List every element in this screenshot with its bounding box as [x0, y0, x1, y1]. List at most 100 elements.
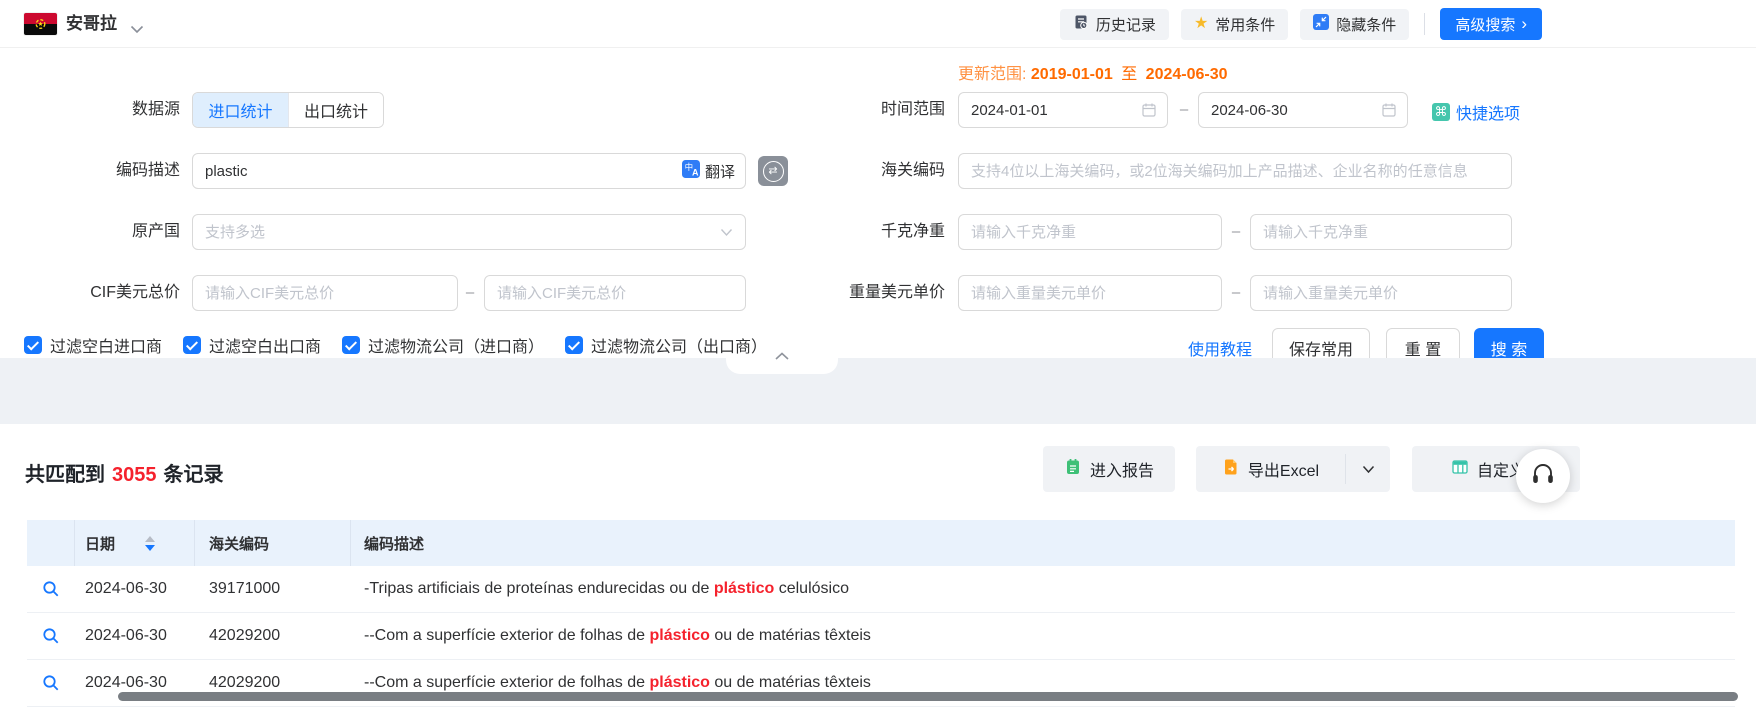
swap-language-button[interactable]: ⇄ — [758, 156, 788, 186]
search-icon[interactable] — [42, 627, 60, 645]
chevron-right-icon: › — [1521, 15, 1527, 32]
desc-text: --Com a superfície exterior de folhas de — [364, 674, 649, 691]
favorites-button[interactable]: ★ 常用条件 — [1181, 9, 1288, 40]
swap-icon: ⇄ — [763, 161, 784, 182]
calendar-icon[interactable] — [1141, 102, 1157, 118]
checkbox-checked-icon[interactable] — [183, 336, 201, 354]
checkbox-label: 过滤空白出口商 — [209, 333, 321, 357]
row-hs-code: 39171000 — [195, 580, 351, 598]
table-row[interactable]: 2024-06-30 42029200 --Com a superfície e… — [27, 613, 1735, 660]
checkbox-label: 过滤物流公司（进口商） — [368, 333, 544, 357]
code-desc-label: 编码描述 — [30, 153, 180, 189]
code-desc-input[interactable] — [193, 163, 682, 180]
net-weight-max-input[interactable] — [1250, 214, 1512, 250]
update-range-end: 2024-06-30 — [1146, 66, 1228, 83]
table-header-desc: 编码描述 — [351, 520, 1735, 566]
filter-logistics-importer-checkbox[interactable]: 过滤物流公司（进口商） — [342, 334, 544, 356]
tutorial-link[interactable]: 使用教程 — [1188, 336, 1252, 360]
table-header: 日期 海关编码 编码描述 — [27, 520, 1735, 566]
export-icon — [1222, 458, 1240, 481]
code-desc-field: 中A 翻译 — [192, 153, 746, 189]
desc-text: --Com a superfície exterior de folhas de — [364, 627, 649, 644]
desc-highlight: plástico — [714, 580, 774, 597]
history-icon — [1073, 14, 1089, 34]
trade-data-search-page: 安哥拉 历史记录 ★ 常用条件 隐藏条件 高级搜 — [0, 0, 1756, 714]
cif-min-input[interactable] — [192, 275, 458, 311]
table-row[interactable]: 2024-06-30 39171000 -Tripas artificiais … — [27, 566, 1735, 613]
row-date: 2024-06-30 — [75, 674, 195, 692]
unit-price-min-input[interactable] — [958, 275, 1222, 311]
command-icon: ⌘ — [1432, 103, 1450, 121]
data-source-tabs: 进口统计 出口统计 — [192, 92, 384, 128]
cif-max-input[interactable] — [484, 275, 746, 311]
export-excel-split-button: 导出Excel — [1196, 446, 1390, 492]
angola-flag-icon — [24, 13, 57, 35]
translate-label: 翻译 — [705, 161, 735, 182]
translate-button[interactable]: 中A 翻译 — [682, 160, 735, 182]
date-start-input[interactable] — [959, 102, 1141, 119]
hs-code-input[interactable] — [958, 153, 1512, 189]
origin-country-input[interactable] — [193, 224, 720, 241]
horizontal-scrollbar-thumb[interactable] — [118, 692, 1738, 701]
row-description: --Com a superfície exterior de folhas de… — [351, 627, 1735, 645]
unit-price-label: 重量美元单价 — [795, 275, 945, 311]
date-end-input[interactable] — [1199, 102, 1381, 119]
topbar-actions: 历史记录 ★ 常用条件 隐藏条件 高级搜索 › — [1060, 8, 1542, 40]
unit-price-max-input[interactable] — [1250, 275, 1512, 311]
date-column-label: 日期 — [85, 533, 115, 554]
filter-logistics-exporter-checkbox[interactable]: 过滤物流公司（出口商） — [565, 334, 767, 356]
range-dash: – — [1228, 275, 1244, 311]
origin-country-select[interactable] — [192, 214, 746, 250]
topbar-divider — [1424, 13, 1425, 35]
headset-icon — [1529, 460, 1557, 493]
checkbox-checked-icon[interactable] — [565, 336, 583, 354]
range-dash: – — [462, 275, 478, 311]
match-count: 3055 — [112, 464, 157, 486]
country-selector-label[interactable]: 安哥拉 — [66, 0, 117, 48]
customer-service-button[interactable] — [1516, 449, 1570, 503]
export-excel-button[interactable]: 导出Excel — [1196, 446, 1345, 492]
filter-blank-exporter-checkbox[interactable]: 过滤空白出口商 — [183, 334, 321, 356]
history-button[interactable]: 历史记录 — [1060, 9, 1169, 40]
checkbox-checked-icon[interactable] — [24, 336, 42, 354]
checkbox-checked-icon[interactable] — [342, 336, 360, 354]
net-weight-min-input[interactable] — [958, 214, 1222, 250]
filter-blank-importer-checkbox[interactable]: 过滤空白进口商 — [24, 334, 162, 356]
origin-country-label: 原产国 — [30, 214, 180, 250]
hide-conditions-button[interactable]: 隐藏条件 — [1300, 9, 1409, 40]
update-range-label: 更新范围: — [958, 66, 1026, 83]
tab-import-stats[interactable]: 进口统计 — [193, 93, 288, 127]
results-table: 日期 海关编码 编码描述 2024-06-30 39171000 -Tripas… — [27, 520, 1735, 707]
caret-down-icon[interactable] — [145, 545, 155, 551]
chevron-down-icon — [1362, 465, 1375, 474]
collapse-icon — [1313, 14, 1329, 34]
section-separator — [0, 358, 1756, 424]
tab-export-stats[interactable]: 出口统计 — [288, 93, 383, 127]
net-weight-label: 千克净重 — [795, 214, 945, 250]
search-icon[interactable] — [42, 674, 60, 692]
quick-options-link[interactable]: ⌘ 快捷选项 — [1432, 100, 1520, 124]
calendar-icon[interactable] — [1381, 102, 1397, 118]
search-icon[interactable] — [42, 580, 60, 598]
hs-code-label: 海关编码 — [795, 153, 945, 189]
checkbox-label: 过滤空白进口商 — [50, 333, 162, 357]
caret-up-icon[interactable] — [145, 536, 155, 542]
export-options-dropdown[interactable] — [1346, 446, 1390, 492]
checkbox-label: 过滤物流公司（出口商） — [591, 333, 767, 357]
cif-total-label: CIF美元总价 — [30, 275, 180, 311]
advanced-search-button[interactable]: 高级搜索 › — [1440, 8, 1542, 40]
report-icon — [1064, 458, 1082, 481]
columns-icon — [1451, 458, 1469, 481]
desc-highlight: plástico — [649, 674, 709, 691]
enter-report-button[interactable]: 进入报告 — [1043, 446, 1175, 492]
sort-carets[interactable] — [145, 536, 155, 551]
hide-conditions-button-label: 隐藏条件 — [1336, 14, 1396, 35]
export-excel-label: 导出Excel — [1248, 457, 1319, 481]
chevron-up-icon[interactable] — [774, 348, 790, 366]
chevron-down-icon[interactable] — [130, 21, 144, 39]
advanced-search-label: 高级搜索 — [1455, 14, 1515, 35]
table-header-date: 日期 — [75, 520, 195, 566]
desc-text: -Tripas artificiais de proteínas endurec… — [364, 580, 714, 597]
update-range-start: 2019-01-01 — [1031, 66, 1113, 83]
svg-text:A: A — [692, 168, 699, 178]
